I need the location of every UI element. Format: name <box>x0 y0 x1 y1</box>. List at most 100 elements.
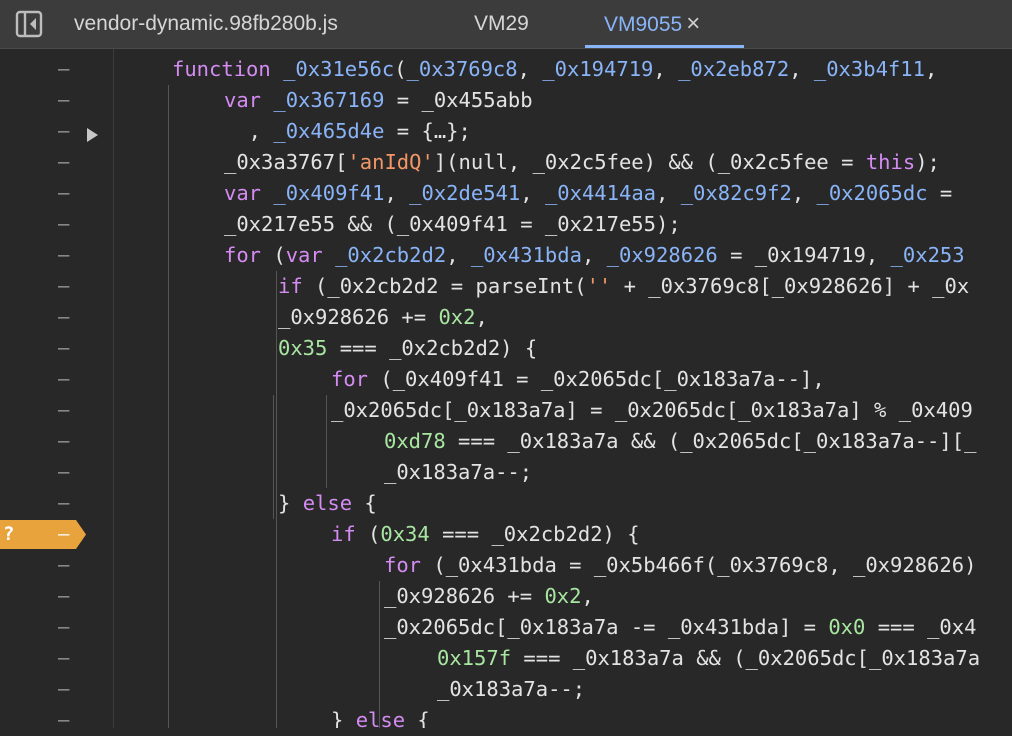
gutter-row[interactable]: – <box>0 147 112 178</box>
gutter-row[interactable]: – <box>0 364 112 395</box>
tab-vendor-dynamic[interactable]: vendor-dynamic.98fb280b.js <box>74 0 338 48</box>
code-line[interactable]: _0x183a7a--; <box>384 457 532 488</box>
code-token: ( <box>394 57 407 81</box>
code-token: for <box>224 243 262 267</box>
gutter-row[interactable]: – <box>0 302 112 333</box>
code-token: (_0x2cb2d2 = parseInt( <box>302 274 587 298</box>
code-line[interactable]: 0xd78 === _0x183a7a && (_0x2065dc[_0x183… <box>384 426 976 457</box>
code-line[interactable]: _0x928626 += 0x2, <box>278 302 488 333</box>
code-line[interactable]: for (_0x431bda = _0x5b466f(_0x3769c8, _0… <box>384 550 976 581</box>
code-line[interactable]: _0x928626 += 0x2, <box>384 581 594 612</box>
code-line[interactable]: _0x217e55 && (_0x409f41 = _0x217e55); <box>224 209 681 240</box>
gutter-row[interactable]: – <box>0 488 112 519</box>
code-token: === _0x4 <box>865 615 977 639</box>
gutter-row[interactable]: – <box>0 612 112 643</box>
code-token: _0x2eb872 <box>678 57 790 81</box>
tab-vm9055[interactable]: VM9055 × <box>585 0 744 48</box>
line-dash: – <box>58 709 70 731</box>
gutter-row[interactable]: – <box>0 116 112 147</box>
code-line[interactable]: } else { <box>331 705 430 728</box>
gutter-row[interactable]: – <box>0 178 112 209</box>
code-token: var <box>285 243 323 267</box>
gutter-row[interactable]: – <box>0 85 112 116</box>
toggle-navigator-icon[interactable] <box>14 9 44 39</box>
code-token: === _0x183a7a && (_0x2065dc[_0x183a7a--]… <box>445 429 977 453</box>
line-dash: – <box>58 492 70 514</box>
indent-guide <box>276 271 277 728</box>
code-token: _0x2065dc <box>816 181 928 205</box>
line-dash: – <box>58 461 70 483</box>
gutter-row[interactable]: – <box>0 550 112 581</box>
gutter-row[interactable]: – <box>0 209 112 240</box>
code-line[interactable]: if (0x34 === _0x2cb2d2) { <box>331 519 640 550</box>
tab-vm29[interactable]: VM29 <box>474 0 529 48</box>
code-token: _0x928626 += <box>384 584 545 608</box>
code-token: , <box>789 57 814 81</box>
code-token: , <box>791 181 817 205</box>
gutter-row[interactable]: – <box>0 240 112 271</box>
gutter-row[interactable]: – <box>0 643 112 674</box>
code-line[interactable]: _0x2065dc[_0x183a7a -= _0x431bda] = 0x0 … <box>384 612 976 643</box>
code-token: this <box>865 150 916 174</box>
line-dash: – <box>58 368 70 390</box>
gutter-row[interactable]: – <box>0 705 112 736</box>
code-line[interactable]: var _0x409f41, _0x2de541, _0x4414aa, _0x… <box>224 178 952 209</box>
gutter-row[interactable]: – <box>0 333 112 364</box>
gutter-row[interactable]: – <box>0 395 112 426</box>
indent-guide <box>168 85 169 728</box>
close-tab-icon[interactable]: × <box>686 0 700 48</box>
code-token: , <box>384 181 410 205</box>
code-token: = _0x194719, <box>717 243 891 267</box>
code-token: _0x2cb2d2 <box>335 243 447 267</box>
line-gutter[interactable]: – – – – – – – – – – – – – – –? – – – – – – – <box>0 49 112 731</box>
code-token: var <box>224 181 262 205</box>
code-line[interactable]: for (_0x409f41 = _0x2065dc[_0x183a7a--], <box>331 364 825 395</box>
code-line[interactable]: if (_0x2cb2d2 = parseInt('' + _0x3769c8[… <box>278 271 969 302</box>
code-line[interactable]: for (var _0x2cb2d2, _0x431bda, _0x928626… <box>224 240 965 271</box>
code-token: _0x2de541 <box>409 181 521 205</box>
code-token: else <box>302 491 353 515</box>
code-line[interactable]: _0x2065dc[_0x183a7a] = _0x2065dc[_0x183a… <box>331 395 973 426</box>
line-dash: – <box>58 151 70 173</box>
code-line[interactable]: } else { <box>278 488 377 519</box>
gutter-row[interactable]: – <box>0 271 112 302</box>
expand-fold-icon[interactable] <box>87 128 98 142</box>
code-token: 0x34 <box>380 522 430 546</box>
line-dash: – <box>58 213 70 235</box>
code-line[interactable]: 0x157f === _0x183a7a && (_0x2065dc[_0x18… <box>437 643 980 674</box>
code-line[interactable]: var _0x367169 = _0x455abb <box>224 85 533 116</box>
line-dash: – <box>58 58 70 80</box>
code-token: if <box>278 274 303 298</box>
gutter-row[interactable]: – <box>0 674 112 705</box>
code-line[interactable]: , _0x465d4e = {…}; <box>224 116 471 147</box>
code-token: (_0x431bda = _0x5b466f(_0x3769c8, _0x928… <box>421 553 977 577</box>
line-dash: – <box>58 182 70 204</box>
code-line[interactable]: function _0x31e56c(_0x3769c8, _0x194719,… <box>172 54 950 85</box>
code-token: , <box>924 57 950 81</box>
code-editor[interactable]: function _0x31e56c(_0x3769c8, _0x194719,… <box>113 49 1012 728</box>
code-token: var <box>224 88 262 112</box>
code-token: } <box>331 708 356 728</box>
line-dash: – <box>58 275 70 297</box>
code-line[interactable]: 0x35 === _0x2cb2d2) { <box>278 333 537 364</box>
active-tab-indicator <box>585 45 744 48</box>
line-dash: – <box>58 430 70 452</box>
code-token: _0x3b4f11 <box>813 57 925 81</box>
code-line[interactable]: _0x183a7a--; <box>437 674 585 705</box>
line-dash: – <box>58 337 70 359</box>
gutter-row[interactable]: ? – <box>0 519 112 550</box>
code-token: ( <box>355 522 381 546</box>
code-line[interactable]: _0x3a3767['anIdQ'](null, _0x2c5fee) && (… <box>224 147 940 178</box>
gutter-row[interactable]: – <box>0 581 112 612</box>
gutter-row[interactable]: – <box>0 426 112 457</box>
code-token: 0x0 <box>828 615 866 639</box>
code-token: 0x157f <box>437 646 512 670</box>
gutter-row[interactable]: – <box>0 54 112 85</box>
line-dash: – <box>58 678 70 700</box>
code-token: ( <box>261 243 286 267</box>
code-token: _0x928626 <box>606 243 718 267</box>
gutter-row[interactable]: – <box>0 457 112 488</box>
conditional-breakpoint-marker[interactable]: ? – <box>0 520 86 549</box>
